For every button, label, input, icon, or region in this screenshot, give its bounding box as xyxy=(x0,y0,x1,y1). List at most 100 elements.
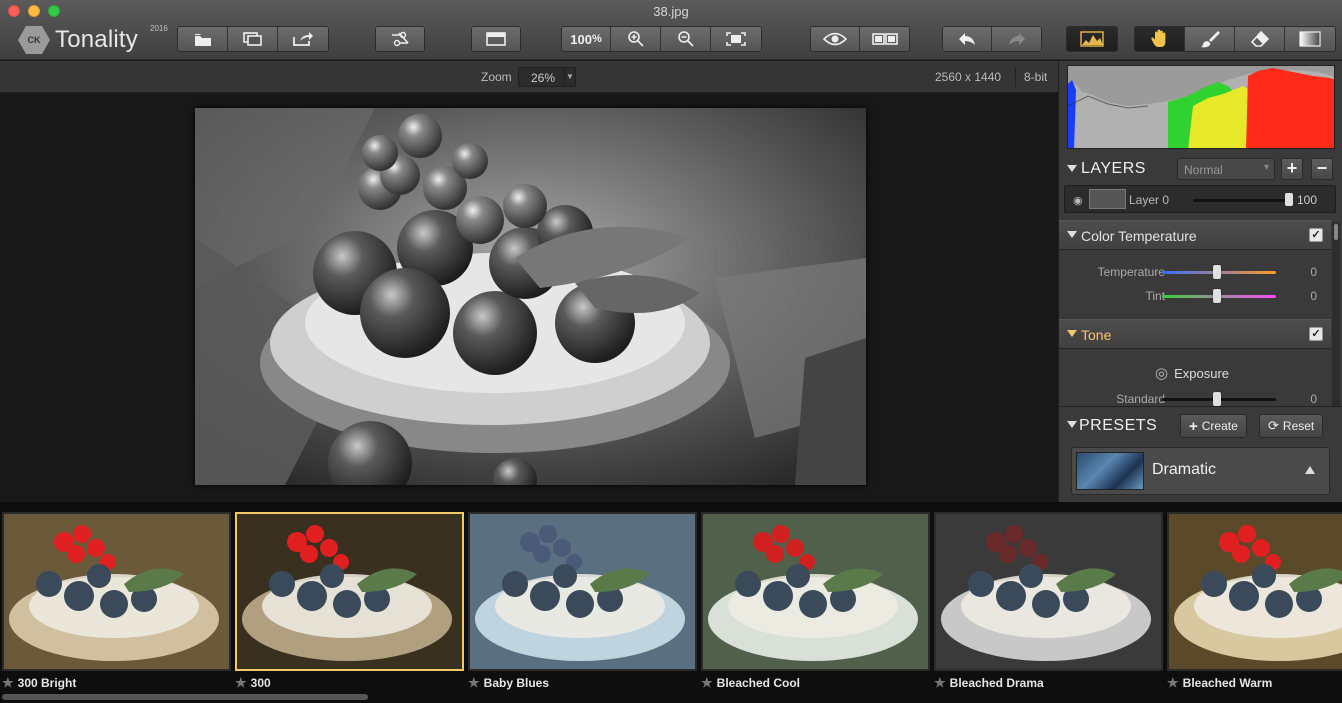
blend-mode-select[interactable]: Normal xyxy=(1177,158,1275,180)
zoom-100-button[interactable]: 100% xyxy=(562,27,611,51)
temperature-value: 0 xyxy=(1310,265,1317,279)
standard-value: 0 xyxy=(1310,392,1317,406)
gradient-tool-icon xyxy=(1299,31,1321,47)
undo-icon xyxy=(959,33,975,45)
remove-layer-button[interactable]: − xyxy=(1311,158,1333,180)
preset-category-name: Dramatic xyxy=(1152,461,1217,478)
collapse-arrow-icon xyxy=(1067,330,1077,337)
hand-tool-icon xyxy=(1150,29,1165,47)
zoom-in-button[interactable] xyxy=(611,27,661,51)
favorite-star-icon[interactable]: ★ xyxy=(468,675,480,691)
preset-tile[interactable]: ★ Bleached Warm xyxy=(1167,512,1342,693)
file-toolbar-group xyxy=(177,26,329,52)
preset-name: 300 Bright xyxy=(17,676,77,690)
adjustments-scrollbar[interactable] xyxy=(1332,222,1340,407)
favorite-star-icon[interactable]: ★ xyxy=(235,675,247,691)
app-name: Tonality xyxy=(55,26,138,53)
preset-tile[interactable]: ★ 300 xyxy=(235,512,464,693)
add-layer-button[interactable]: + xyxy=(1281,158,1303,180)
main-photo[interactable] xyxy=(195,108,866,485)
preset-caption: ★ Baby Blues xyxy=(468,674,697,692)
fit-screen-button[interactable] xyxy=(711,27,761,51)
preset-tile[interactable]: ★ 300 Bright xyxy=(2,512,231,693)
preset-thumbnail xyxy=(2,512,231,671)
undo-button[interactable] xyxy=(943,27,992,51)
create-preset-button[interactable]: + Create xyxy=(1180,414,1247,438)
collapse-arrow-icon[interactable] xyxy=(1067,421,1077,428)
visibility-eye-icon[interactable]: ◉ xyxy=(1073,194,1083,207)
zoom-out-button[interactable] xyxy=(661,27,711,51)
tint-slider-row: Tint 0 xyxy=(1059,289,1331,305)
favorite-star-icon[interactable]: ★ xyxy=(701,675,713,691)
preset-tile[interactable]: ★ Bleached Cool xyxy=(701,512,930,693)
histogram-drawing xyxy=(1068,68,1334,148)
hand-tool-button[interactable] xyxy=(1135,27,1185,51)
reset-preset-button[interactable]: ⟳ Reset xyxy=(1259,414,1324,438)
exposure-aperture-icon: ◎ xyxy=(1155,365,1169,382)
preset-tile[interactable]: ★ Bleached Drama xyxy=(934,512,1163,693)
scrollbar-thumb[interactable] xyxy=(1334,224,1338,240)
tint-slider-knob[interactable] xyxy=(1213,289,1221,303)
temperature-slider-knob[interactable] xyxy=(1213,265,1221,279)
temperature-label: Temperature xyxy=(1097,265,1165,279)
compare-button[interactable] xyxy=(860,27,909,51)
histogram-toggle-icon xyxy=(1080,31,1104,47)
zoom-out-icon xyxy=(677,31,694,47)
preset-name: 300 xyxy=(250,676,271,690)
layer-opacity-value: 100 xyxy=(1297,193,1318,207)
brush-tool-button[interactable] xyxy=(1185,27,1235,51)
filmstrip-scrollbar[interactable] xyxy=(2,694,368,700)
image-canvas[interactable] xyxy=(0,94,1058,502)
color-temperature-header[interactable]: Color Temperature ✓ xyxy=(1059,220,1331,250)
open-button[interactable] xyxy=(178,27,228,51)
favorite-star-icon[interactable]: ★ xyxy=(1167,675,1179,691)
tools-toolbar-group xyxy=(1134,26,1336,52)
standard-slider-knob[interactable] xyxy=(1213,392,1221,406)
preset-filmstrip: ★ 300 Bright ★ 300 ★ Baby Blues ★ Bleached Cool… xyxy=(0,502,1342,703)
color-temperature-title: Color Temperature xyxy=(1081,228,1197,244)
layer-opacity-knob[interactable] xyxy=(1285,193,1293,206)
window-title: 38.jpg xyxy=(653,4,689,19)
divider xyxy=(1015,67,1016,87)
layer-row[interactable]: ◉ Layer 0 100 xyxy=(1064,185,1336,213)
collapse-arrow-icon[interactable] xyxy=(1067,165,1077,172)
preview-eye-icon xyxy=(823,32,847,46)
batch-button[interactable] xyxy=(228,27,278,51)
preset-caption: ★ 300 Bright xyxy=(2,674,231,692)
tone-enabled-checkbox[interactable]: ✓ xyxy=(1309,327,1323,341)
redo-button[interactable] xyxy=(992,27,1041,51)
preview-button[interactable] xyxy=(811,27,860,51)
crop-toolbar-group xyxy=(375,26,425,52)
layer-name: Layer 0 xyxy=(1129,193,1170,207)
gradient-tool-button[interactable] xyxy=(1285,27,1335,51)
preset-category-select[interactable]: Dramatic xyxy=(1071,447,1330,495)
crop-icon xyxy=(392,31,409,47)
standard-label: Standard xyxy=(1116,392,1165,406)
color-temperature-enabled-checkbox[interactable]: ✓ xyxy=(1309,228,1323,242)
refresh-icon: ⟳ xyxy=(1268,418,1279,433)
export-button[interactable] xyxy=(278,27,328,51)
layer-thumbnail xyxy=(1089,189,1126,209)
crop-button[interactable] xyxy=(376,27,424,51)
compare-icon xyxy=(871,33,898,45)
view-toolbar-group xyxy=(810,26,910,52)
preset-tile[interactable]: ★ Baby Blues xyxy=(468,512,697,693)
favorite-star-icon[interactable]: ★ xyxy=(934,675,946,691)
zoom-in-icon xyxy=(627,31,644,47)
tone-header[interactable]: Tone ✓ xyxy=(1059,319,1331,349)
reset-preset-label: Reset xyxy=(1282,419,1315,433)
zoom-select[interactable]: 26% ▼ xyxy=(518,67,576,87)
layer-opacity-track[interactable] xyxy=(1193,199,1289,202)
favorite-star-icon[interactable]: ★ xyxy=(2,675,14,691)
preset-thumbnail-drawing xyxy=(1169,514,1342,669)
preset-name: Bleached Drama xyxy=(949,676,1044,690)
histogram-toggle-button[interactable] xyxy=(1067,27,1117,51)
history-toolbar-group xyxy=(942,26,1042,52)
preset-name: Bleached Cool xyxy=(716,676,801,690)
preset-thumbnail-drawing xyxy=(4,514,229,669)
preset-thumbnail xyxy=(468,512,697,671)
layout-button[interactable] xyxy=(472,27,520,51)
eraser-tool-button[interactable] xyxy=(1235,27,1285,51)
preset-caption: ★ 300 xyxy=(235,674,464,692)
color-temperature-body: Temperature 0 Tint 0 xyxy=(1059,251,1331,319)
